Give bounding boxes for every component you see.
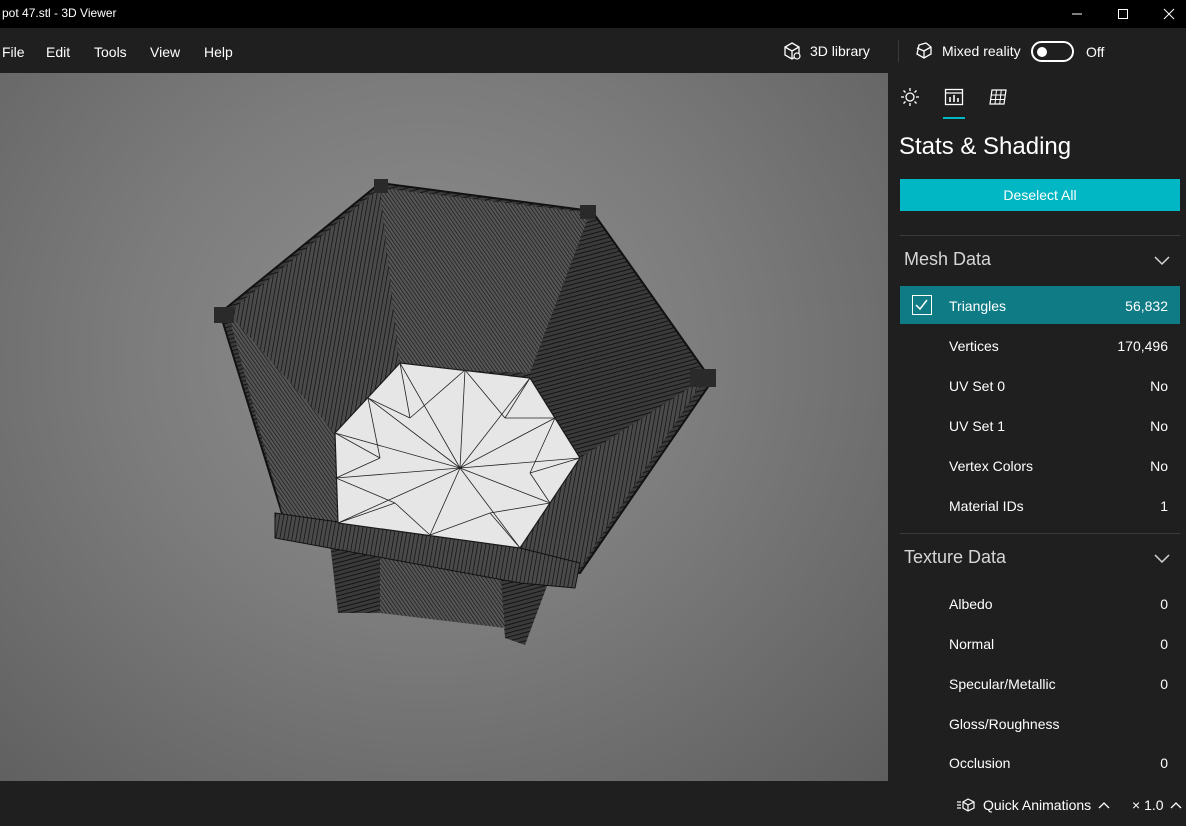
minimize-icon <box>1072 13 1082 15</box>
row-label: Gloss/Roughness <box>949 716 1060 732</box>
maximize-button[interactable] <box>1100 0 1146 28</box>
menu-view[interactable]: View <box>150 44 180 60</box>
sun-icon <box>901 88 919 106</box>
grid-icon <box>989 89 1007 105</box>
mesh-data-header[interactable]: Mesh Data <box>904 249 991 270</box>
mesh-row-vertices[interactable]: Vertices 170,496 <box>900 326 1180 364</box>
3d-library-button[interactable]: 3D library <box>782 38 870 64</box>
row-value: 0 <box>1160 596 1168 612</box>
active-tab-indicator <box>943 117 965 119</box>
maximize-icon <box>1118 9 1128 19</box>
bottom-bar: Quick Animations × 1.0 <box>0 781 1186 826</box>
row-value: 0 <box>1160 755 1168 771</box>
row-label: Vertices <box>949 338 999 354</box>
mixed-reality-state: Off <box>1086 44 1105 60</box>
mesh-row-triangles[interactable]: Triangles 56,832 <box>900 286 1180 324</box>
section-divider <box>900 533 1180 534</box>
row-value: 56,832 <box>1125 298 1168 314</box>
mesh-row-uv-set-1[interactable]: UV Set 1 No <box>900 406 1180 444</box>
menu-tools[interactable]: Tools <box>94 44 127 60</box>
chevron-up-icon <box>1170 802 1181 809</box>
cube-icon <box>784 42 801 60</box>
row-value: No <box>1150 378 1168 394</box>
tab-stats-shading[interactable] <box>942 85 966 109</box>
texture-data-header[interactable]: Texture Data <box>904 547 1006 568</box>
deselect-all-button[interactable]: Deselect All <box>900 179 1180 211</box>
close-icon <box>1163 8 1175 20</box>
menu-file[interactable]: File <box>2 44 25 60</box>
row-label: UV Set 0 <box>949 378 1006 394</box>
checkmark-icon <box>915 299 928 311</box>
menu-edit[interactable]: Edit <box>46 44 70 60</box>
row-value: No <box>1150 418 1168 434</box>
toolbar-divider <box>898 40 899 62</box>
title-bar: pot 47.stl - 3D Viewer <box>0 0 1186 28</box>
animation-speed-button[interactable]: × 1.0 <box>1132 797 1182 813</box>
quick-animations-button[interactable]: Quick Animations <box>956 797 1110 813</box>
minimize-button[interactable] <box>1054 0 1100 28</box>
row-label: UV Set 1 <box>949 418 1006 434</box>
row-label: Specular/Metallic <box>949 676 1056 692</box>
row-value: 0 <box>1160 676 1168 692</box>
row-value: 1 <box>1160 498 1168 514</box>
panel-title: Stats & Shading <box>899 133 1072 160</box>
tab-mesh-grid[interactable] <box>986 85 1010 109</box>
stats-icon <box>944 88 964 106</box>
texture-row-albedo[interactable]: Albedo 0 <box>900 584 1180 622</box>
chevron-down-icon[interactable] <box>1154 552 1170 564</box>
mesh-row-vertex-colors[interactable]: Vertex Colors No <box>900 446 1180 484</box>
close-button[interactable] <box>1146 0 1186 28</box>
chevron-up-icon <box>1098 802 1110 809</box>
texture-row-gloss-roughness[interactable]: Gloss/Roughness <box>900 704 1180 742</box>
mixed-reality-icon <box>916 42 932 59</box>
row-label: Occlusion <box>949 755 1011 771</box>
row-label: Albedo <box>949 596 993 612</box>
mixed-reality-toggle[interactable] <box>1031 41 1074 62</box>
3d-library-label: 3D library <box>810 43 870 59</box>
row-label: Normal <box>949 636 995 652</box>
texture-row-specular-metallic[interactable]: Specular/Metallic 0 <box>900 664 1180 702</box>
menu-help[interactable]: Help <box>204 44 233 60</box>
toggle-knob <box>1037 46 1047 57</box>
quick-animations-label: Quick Animations <box>983 797 1092 813</box>
chevron-down-icon[interactable] <box>1154 254 1170 266</box>
mixed-reality-button[interactable]: Mixed reality <box>914 38 1021 64</box>
mixed-reality-label: Mixed reality <box>942 43 1021 59</box>
row-label: Triangles <box>949 298 1007 314</box>
row-value: 170,496 <box>1117 338 1168 354</box>
menu-bar: File Edit Tools View Help 3D library Mix… <box>0 28 1186 73</box>
mesh-row-uv-set-0[interactable]: UV Set 0 No <box>900 366 1180 404</box>
pot-wireframe-model <box>214 179 716 645</box>
window-title: pot 47.stl - 3D Viewer <box>2 6 117 20</box>
texture-row-normal[interactable]: Normal 0 <box>900 624 1180 662</box>
row-value: No <box>1150 458 1168 474</box>
row-label: Material IDs <box>949 498 1024 514</box>
speed-label: × 1.0 <box>1132 797 1164 813</box>
checkbox[interactable] <box>912 295 932 315</box>
section-divider <box>900 235 1180 236</box>
mesh-row-material-ids[interactable]: Material IDs 1 <box>900 486 1180 524</box>
row-value: 0 <box>1160 636 1168 652</box>
row-label: Vertex Colors <box>949 458 1034 474</box>
animation-icon <box>957 798 975 812</box>
texture-row-occlusion[interactable]: Occlusion 0 <box>900 743 1180 781</box>
tab-environment-lighting[interactable] <box>898 85 922 109</box>
3d-viewport[interactable] <box>0 73 888 781</box>
